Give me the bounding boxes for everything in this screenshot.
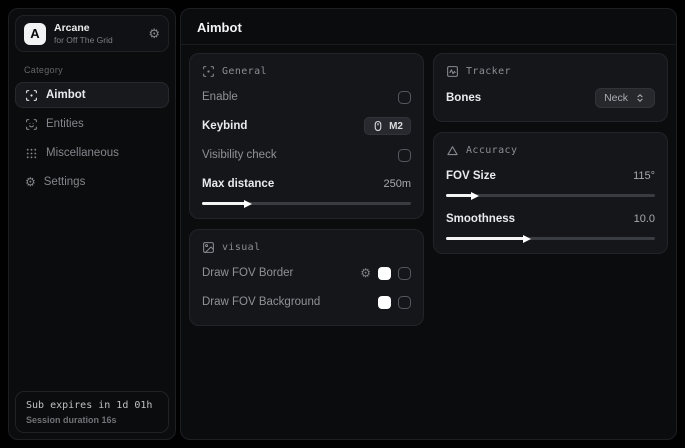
sidebar-item-label: Aimbot	[46, 89, 86, 101]
fov-size-value: 115°	[633, 170, 655, 182]
setting-row-keybind: Keybind M2	[202, 116, 411, 136]
right-column: Tracker Bones Neck	[433, 53, 668, 254]
smoothness-slider[interactable]	[446, 237, 655, 240]
content-area: General Enable Keybind M2 V	[181, 45, 676, 334]
card-title: General	[222, 66, 267, 77]
crosshair-scan-icon	[25, 89, 38, 102]
fov-border-controls: ⚙	[360, 267, 411, 280]
slider-fill	[446, 237, 525, 240]
card-title: visual	[222, 242, 261, 253]
setting-label: Bones	[446, 92, 481, 104]
card-title: Tracker	[466, 66, 511, 77]
setting-row-fov-size: FOV Size 115°	[446, 166, 655, 186]
subscription-info-box: Sub expires in 1d 01h Session duration 1…	[15, 391, 169, 433]
session-duration-text: Session duration 16s	[26, 415, 158, 425]
main-header: Aimbot	[181, 9, 676, 45]
sidebar: A Arcane for Off The Grid ⚙ Category Aim…	[8, 8, 176, 440]
card-title: Accuracy	[466, 145, 517, 156]
fov-background-controls	[378, 296, 411, 309]
fov-size-slider[interactable]	[446, 194, 655, 197]
sub-expires-text: Sub expires in 1d 01h	[26, 400, 158, 411]
bones-select[interactable]: Neck	[595, 88, 655, 108]
slider-thumb[interactable]	[244, 200, 252, 208]
sidebar-item-label: Entities	[46, 118, 84, 130]
setting-row-smoothness: Smoothness 10.0	[446, 209, 655, 229]
visual-card-header: visual	[202, 241, 411, 254]
slider-fill	[446, 194, 473, 197]
sidebar-item-settings[interactable]: ⚙ Settings	[15, 169, 169, 195]
main-panel: Aimbot General Enable	[180, 8, 677, 440]
slider-thumb[interactable]	[471, 192, 479, 200]
smoothness-value: 10.0	[634, 213, 655, 225]
chevron-expand-icon	[634, 92, 646, 104]
general-card: General Enable Keybind M2 V	[189, 53, 424, 219]
setting-row-max-distance: Max distance 250m	[202, 174, 411, 194]
app-logo: A	[24, 23, 46, 45]
fov-background-checkbox[interactable]	[398, 296, 411, 309]
max-distance-value: 250m	[383, 178, 411, 190]
image-icon	[202, 241, 215, 254]
mouse-icon	[372, 120, 384, 132]
grid-dots-icon	[25, 147, 38, 160]
brand-text: Arcane for Off The Grid	[54, 22, 140, 45]
accuracy-card: Accuracy FOV Size 115° Smoothness 10.0	[433, 132, 668, 254]
setting-row-fov-background: Draw FOV Background	[202, 292, 411, 312]
slider-fill	[202, 202, 246, 205]
max-distance-slider[interactable]	[202, 202, 411, 205]
sidebar-item-miscellaneous[interactable]: Miscellaneous	[15, 140, 169, 166]
left-column: General Enable Keybind M2 V	[189, 53, 424, 326]
page-title: Aimbot	[197, 20, 660, 35]
accuracy-card-header: Accuracy	[446, 144, 655, 157]
setting-row-enable: Enable	[202, 87, 411, 107]
sidebar-item-aimbot[interactable]: Aimbot	[15, 82, 169, 108]
visual-card: visual Draw FOV Border ⚙ Draw FOV Backgr…	[189, 229, 424, 326]
sidebar-item-entities[interactable]: Entities	[15, 111, 169, 137]
setting-row-fov-border: Draw FOV Border ⚙	[202, 263, 411, 283]
gear-icon[interactable]: ⚙	[360, 267, 371, 279]
category-label: Category	[24, 65, 169, 75]
setting-label: Smoothness	[446, 213, 515, 225]
sidebar-item-label: Miscellaneous	[46, 147, 119, 159]
keybind-value: M2	[389, 121, 403, 132]
general-card-header: General	[202, 65, 411, 78]
bones-selected-value: Neck	[604, 92, 628, 104]
enable-checkbox[interactable]	[398, 91, 411, 104]
slider-thumb[interactable]	[523, 235, 531, 243]
setting-label: Max distance	[202, 178, 274, 190]
activity-icon	[446, 65, 459, 78]
sidebar-item-label: Settings	[44, 176, 86, 188]
fov-border-checkbox[interactable]	[398, 267, 411, 280]
brand-card: A Arcane for Off The Grid ⚙	[15, 15, 169, 52]
fov-background-color-swatch[interactable]	[378, 296, 391, 309]
setting-label: Enable	[202, 91, 238, 103]
fov-border-color-swatch[interactable]	[378, 267, 391, 280]
keybind-button[interactable]: M2	[364, 117, 411, 135]
visibility-check-checkbox[interactable]	[398, 149, 411, 162]
gear-icon: ⚙	[25, 176, 36, 188]
setting-label: Visibility check	[202, 149, 277, 161]
setting-row-visibility-check: Visibility check	[202, 145, 411, 165]
setting-label: Keybind	[202, 120, 247, 132]
setting-label: Draw FOV Border	[202, 267, 293, 279]
setting-row-bones: Bones Neck	[446, 88, 655, 108]
focus-crosshair-icon	[202, 65, 215, 78]
triangle-icon	[446, 144, 459, 157]
tracker-card: Tracker Bones Neck	[433, 53, 668, 122]
scan-face-icon	[25, 118, 38, 131]
setting-label: FOV Size	[446, 170, 496, 182]
gear-icon[interactable]: ⚙	[148, 27, 160, 40]
setting-label: Draw FOV Background	[202, 296, 320, 308]
app-subtitle: for Off The Grid	[54, 35, 140, 45]
tracker-card-header: Tracker	[446, 65, 655, 78]
app-name: Arcane	[54, 22, 140, 34]
